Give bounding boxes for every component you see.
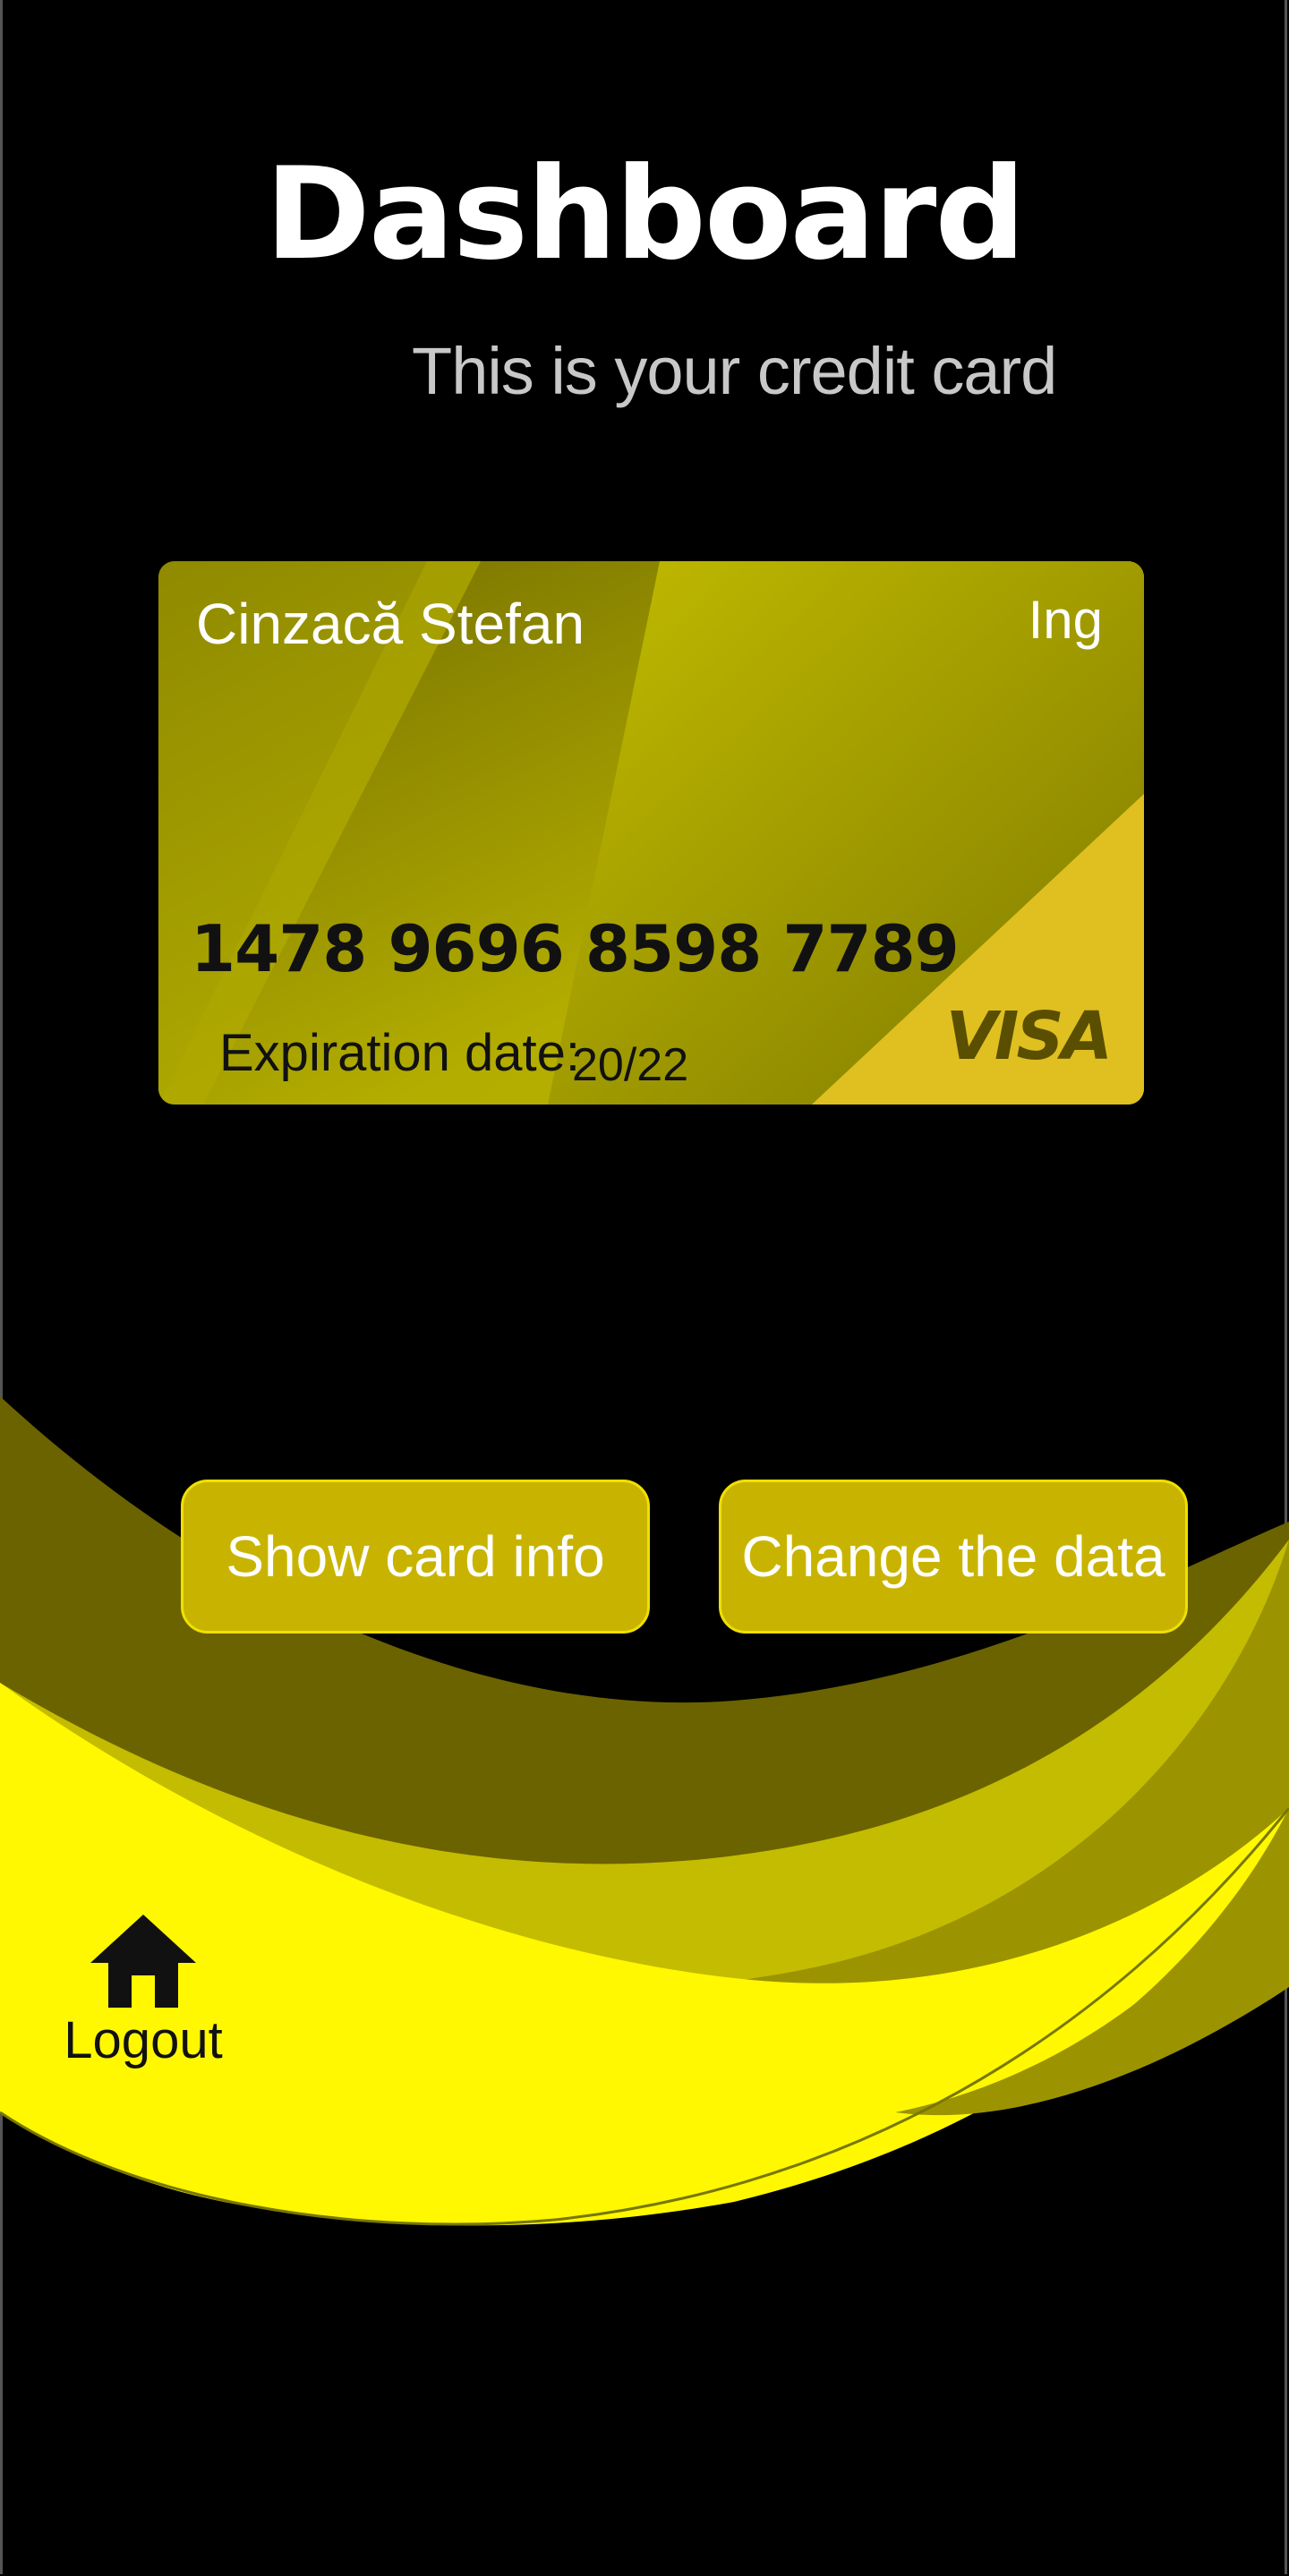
card-number: 1478 9696 8598 7789 [191, 911, 960, 986]
expiration-label: Expiration date: [219, 1024, 581, 1082]
page-title: Dashboard [264, 141, 1026, 288]
logout-label: Logout [64, 2011, 223, 2069]
home-icon [90, 1915, 196, 2008]
credit-card: Cinzacă Stefan Ing 1478 9696 8598 7789 E… [158, 561, 1144, 1105]
expiration-value: 20/22 [572, 1039, 689, 1091]
logout-button[interactable]: Logout [54, 1911, 233, 2072]
page-subtitle: This is your credit card [412, 334, 1057, 408]
card-bank-name: Ing [1028, 590, 1103, 650]
card-holder-name: Cinzacă Stefan [196, 592, 585, 656]
visa-logo: VISA [945, 998, 1113, 1075]
change-data-button[interactable]: Change the data [719, 1480, 1188, 1633]
show-card-info-button[interactable]: Show card info [181, 1480, 650, 1633]
decorative-waves [0, 1396, 1289, 2226]
